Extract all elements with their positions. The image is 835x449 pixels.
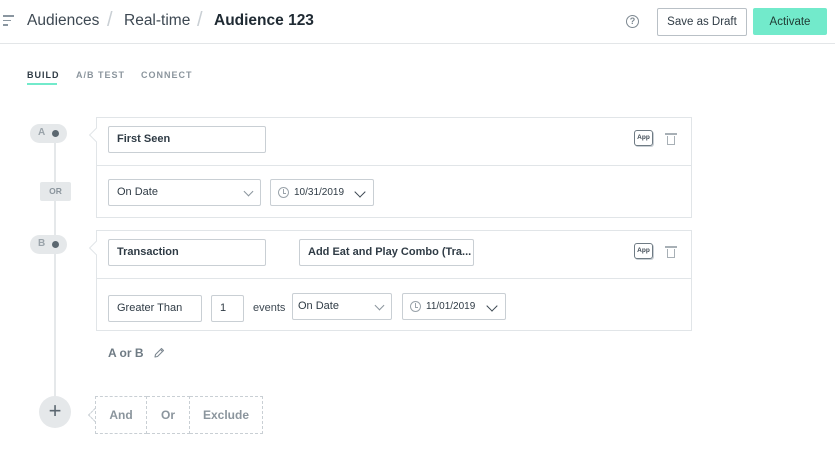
group-a-date-picker[interactable]: 10/31/2019 <box>270 179 374 206</box>
group-b-count-unit: events <box>253 302 286 314</box>
activate-button[interactable]: Activate <box>753 8 827 35</box>
group-b-date-picker[interactable]: 11/01/2019 <box>402 293 506 320</box>
group-b-date-value: 11/01/2019 <box>426 301 476 312</box>
group-a-dot <box>52 130 59 137</box>
clock-icon <box>410 301 421 312</box>
help-icon[interactable]: ? <box>626 15 639 28</box>
group-b-count-input[interactable]: 1 <box>211 295 244 322</box>
save-as-draft-button[interactable]: Save as Draft <box>657 8 747 36</box>
or-connector-badge[interactable]: OR <box>40 182 71 201</box>
group-a-date-operator-value: On Date <box>117 186 158 198</box>
and-button[interactable]: And <box>95 396 147 434</box>
group-b-node: B <box>30 235 67 254</box>
group-a-date-operator-select[interactable]: On Date <box>108 179 261 206</box>
group-b-count-operator-input[interactable]: Greater Than <box>108 295 202 322</box>
page-title: Audience 123 <box>214 12 314 29</box>
tab-build[interactable]: BUILD <box>27 70 60 80</box>
group-b-date-operator-select[interactable]: On Date <box>292 293 392 320</box>
exclude-button[interactable]: Exclude <box>190 396 263 434</box>
breadcrumb-separator: / <box>107 9 113 31</box>
add-group-button[interactable]: + <box>39 396 71 428</box>
card-notch <box>88 127 104 143</box>
clock-icon <box>278 187 289 198</box>
logic-expression: A or B <box>108 346 144 360</box>
app-icon[interactable]: App <box>634 243 653 259</box>
group-b-event-input[interactable]: Transaction <box>108 239 266 266</box>
group-a-date-value: 10/31/2019 <box>294 187 345 198</box>
group-b-letter: B <box>38 238 46 249</box>
app-icon[interactable]: App <box>634 130 653 146</box>
tab-ab-test[interactable]: A/B TEST <box>76 70 125 80</box>
card-divider <box>97 278 691 279</box>
chevron-down-icon <box>354 186 366 198</box>
breadcrumb-realtime[interactable]: Real-time <box>124 12 190 30</box>
chevron-down-icon <box>243 186 254 197</box>
chevron-down-icon <box>486 300 498 312</box>
group-b-property-input[interactable]: Add Eat and Play Combo (Tra... <box>299 239 474 266</box>
or-button[interactable]: Or <box>147 396 190 434</box>
card-divider <box>97 165 691 166</box>
tab-connect[interactable]: CONNECT <box>141 70 193 80</box>
group-b-dot <box>52 241 59 248</box>
group-b-date-operator-value: On Date <box>298 300 339 312</box>
group-a-event-input[interactable]: First Seen <box>108 126 266 153</box>
timeline-line <box>54 130 56 410</box>
menu-icon[interactable] <box>3 15 15 27</box>
breadcrumb-audiences[interactable]: Audiences <box>27 12 99 30</box>
top-header: Audiences / Real-time / Audience 123 ? S… <box>0 0 835 44</box>
trash-icon[interactable] <box>665 246 677 258</box>
group-a-node: A <box>30 124 67 143</box>
group-a-card: First Seen App On Date 10/31/2019 <box>88 117 692 218</box>
trash-icon[interactable] <box>665 133 677 145</box>
group-b-card: Transaction Add Eat and Play Combo (Tra.… <box>88 230 692 331</box>
pencil-icon[interactable] <box>153 347 165 359</box>
breadcrumb-separator: / <box>197 9 203 31</box>
chevron-down-icon <box>374 300 385 311</box>
group-a-letter: A <box>38 127 46 138</box>
card-notch <box>88 240 104 256</box>
active-tab-indicator <box>27 83 57 85</box>
